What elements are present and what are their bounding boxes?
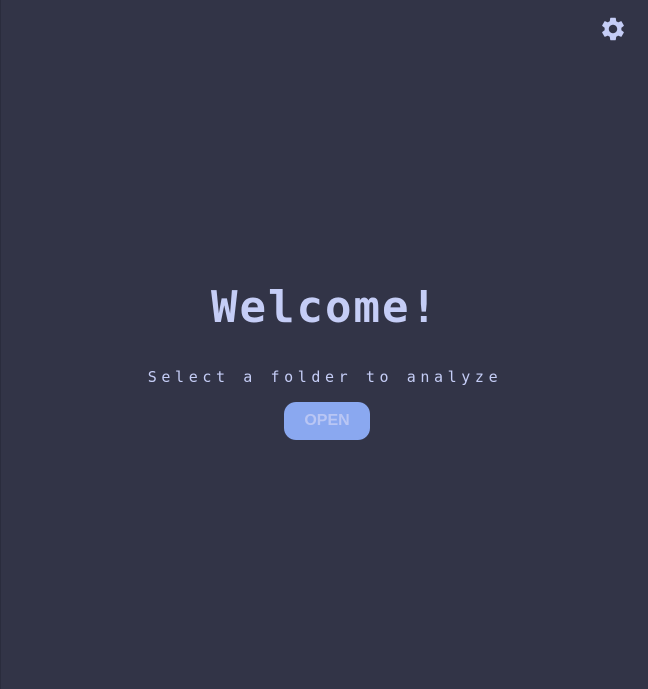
- settings-button[interactable]: [598, 14, 627, 43]
- open-folder-button[interactable]: OPEN: [284, 402, 370, 440]
- app-window: Welcome! Select a folder to analyze OPEN: [0, 0, 648, 689]
- welcome-subtitle: Select a folder to analyze: [147, 368, 503, 386]
- gear-icon: [599, 15, 627, 43]
- welcome-title: Welcome!: [211, 282, 439, 333]
